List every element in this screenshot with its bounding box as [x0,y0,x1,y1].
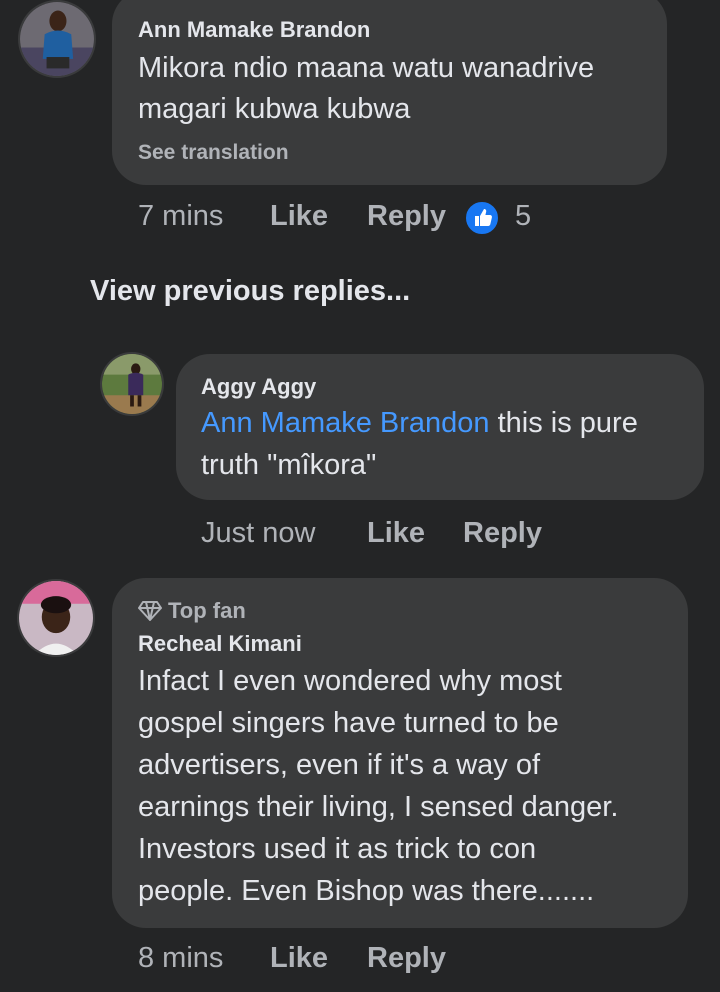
comment-timestamp: 8 mins [138,942,224,974]
mention-link[interactable]: Ann Mamake Brandon [201,407,490,439]
reply-button[interactable]: Reply [463,517,542,550]
comment-text-line: earnings their living, I sensed danger. [138,791,619,823]
reply-button[interactable]: Reply [367,200,446,233]
comment-text-line: magari kubwa kubwa [138,93,411,125]
comment-author-name[interactable]: Aggy Aggy [201,374,316,400]
comment-text-fragment: this is pure [489,407,638,439]
comment-text-line: advertisers, even if it's a way of [138,749,541,781]
view-previous-replies-link[interactable]: View previous replies... [90,275,410,308]
avatar-ann-image [20,2,94,76]
comment-text-line: people. Even Bishop was there....... [138,875,595,907]
comment-text-line: truth "mîkora" [201,449,377,481]
comment-text-line: gospel singers have turned to be [138,707,559,739]
like-button[interactable]: Like [270,200,328,233]
reply-button[interactable]: Reply [367,942,446,975]
avatar-ann[interactable] [18,0,96,78]
see-translation-link[interactable]: See translation [138,141,289,165]
avatar-aggy-image [102,354,162,414]
comment-text-line: Infact I even wondered why most [138,665,562,697]
avatar-recheal[interactable] [17,579,95,657]
thumbs-up-icon[interactable] [464,200,500,236]
comment-text-line: Investors used it as trick to con [138,833,537,865]
comment-timestamp: Just now [201,517,316,549]
top-fan-badge: Top fan [138,598,246,624]
avatar-recheal-image [19,581,93,655]
top-fan-label: Top fan [168,598,246,623]
avatar-aggy[interactable] [100,352,164,416]
reaction-count[interactable]: 5 [515,200,531,233]
like-button[interactable]: Like [367,517,425,550]
comment-author-name[interactable]: Ann Mamake Brandon [138,17,370,43]
comment-timestamp: 7 mins [138,200,224,232]
comment-author-name[interactable]: Recheal Kimani [138,631,302,657]
comment-text-line: Mikora ndio maana watu wanadrive [138,52,595,84]
diamond-icon [138,601,162,621]
comment-text-line: Ann Mamake Brandon this is pure [201,402,638,444]
like-button[interactable]: Like [270,942,328,975]
